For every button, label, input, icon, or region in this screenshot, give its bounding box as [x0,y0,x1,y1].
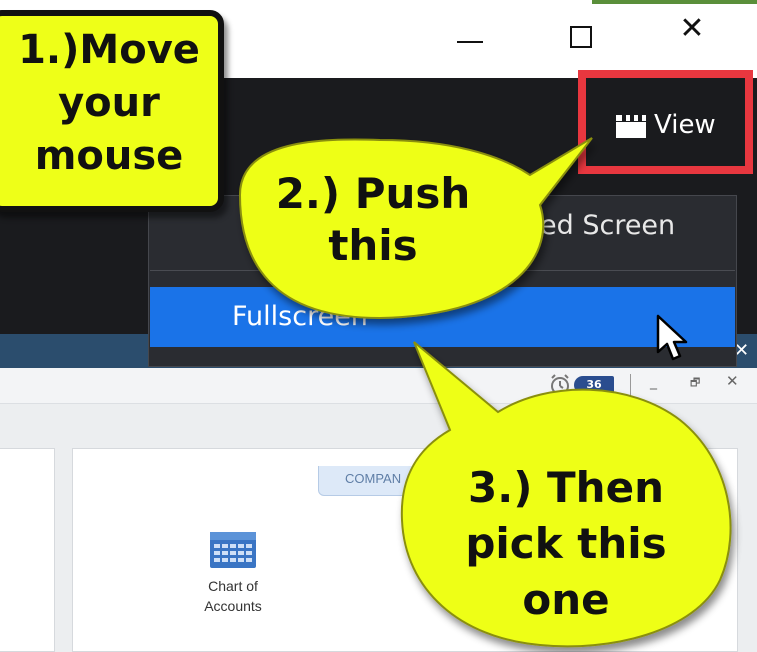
callout-step3-line3: one [522,575,610,624]
chart-label-line1: Chart of [208,578,258,594]
view-button[interactable]: View [608,100,738,150]
callout-step1-line1: 1.)Move [18,27,200,73]
maximize-button[interactable] [560,18,604,62]
clapperboard-icon [616,115,646,138]
callout-step1: 1.)Move your mouse [0,10,224,212]
calculator-grid-icon [210,532,256,568]
maximize-icon [570,26,592,48]
callout-step1-line2: your [58,80,160,126]
chart-of-accounts-label: Chart of Accounts [178,576,288,616]
close-button[interactable]: ✕ [670,14,714,64]
chart-label-line2: Accounts [204,598,262,614]
callout-step2-line1: 2.) Push [275,169,471,218]
callout-step3-text: 3.) Then pick this one [416,460,716,628]
callout-step3-line2: pick this [465,519,667,568]
corner-accent [592,0,757,4]
minimize-button[interactable] [448,8,492,68]
view-button-label: View [654,110,716,140]
callout-step2-text: 2.) Push this [238,168,508,272]
callout-step1-text: 1.)Move your mouse [0,24,224,183]
left-panel [0,448,55,652]
callout-step1-line3: mouse [34,133,184,179]
minimize-icon [457,41,483,43]
callout-step3-line1: 3.) Then [468,463,664,512]
mouse-pointer-icon [656,314,688,361]
callout-step2-line2: this [328,221,418,270]
chart-of-accounts-button[interactable]: Chart of Accounts [178,520,288,630]
